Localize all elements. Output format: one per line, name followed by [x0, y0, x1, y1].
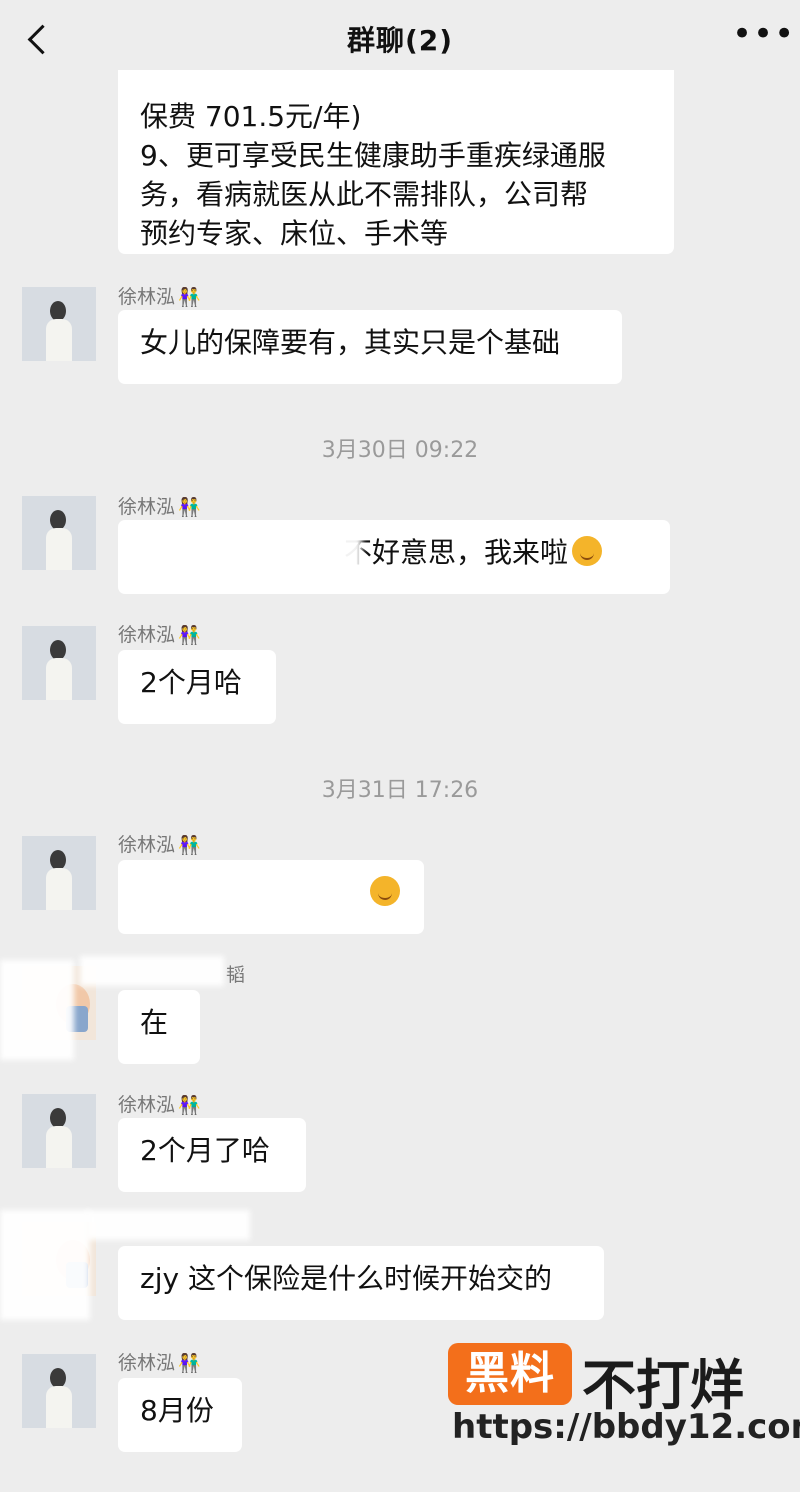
- redaction-blur: [136, 530, 362, 582]
- watermark-url: https://bbdy12.com: [452, 1407, 800, 1447]
- sender-name: 徐林泓 👫: [118, 492, 200, 519]
- redaction-blur: [0, 960, 74, 1060]
- more-dots-icon[interactable]: •••: [732, 17, 794, 54]
- avatar[interactable]: [22, 287, 96, 361]
- message-bubble-partial[interactable]: …… 保费 701.5元/年) 9、更可享受民生健康助手重疾绿通服 务，看病就医…: [118, 70, 674, 254]
- couple-icon: 👫: [178, 497, 201, 518]
- watermark-logo-box: 黑料: [448, 1343, 572, 1405]
- shy-emoji-icon: [370, 876, 400, 906]
- avatar[interactable]: [22, 496, 96, 570]
- message-bubble[interactable]: zjy 这个保险是什么时候开始交的: [118, 1246, 604, 1320]
- avatar-head: [50, 1368, 66, 1388]
- message-line: 保费 701.5元/年): [140, 100, 362, 133]
- sender-name: 徐林泓 👫: [118, 1348, 200, 1375]
- avatar[interactable]: [22, 1354, 96, 1428]
- avatar-head: [50, 850, 66, 870]
- sender-name-text: 徐林泓: [118, 286, 176, 308]
- avatar-head: [50, 510, 66, 530]
- top-bar: 群聊(2) •••: [0, 0, 800, 78]
- message-bubble[interactable]: 2个月哈: [118, 650, 276, 724]
- back-chevron-icon[interactable]: [22, 22, 56, 56]
- message-line: 务，看病就医从此不需排队，公司帮: [140, 178, 589, 211]
- message-bubble[interactable]: 女儿的保障要有，其实只是个基础: [118, 310, 622, 384]
- avatar-body: [46, 319, 72, 361]
- message-line: 9、更可享受民生健康助手重疾绿通服: [140, 139, 606, 172]
- avatar-body: [46, 528, 72, 570]
- redaction-blur: [0, 1210, 90, 1320]
- message-line: 预约专家、床位、手术等: [140, 217, 449, 250]
- avatar-head: [50, 1108, 66, 1128]
- avatar-body: [46, 868, 72, 910]
- shy-emoji-icon: [572, 536, 603, 566]
- redaction-blur: [86, 1210, 250, 1240]
- avatar-head: [50, 301, 66, 321]
- avatar-head: [50, 640, 66, 660]
- avatar-body: [46, 658, 72, 700]
- couple-icon: 👫: [178, 1353, 201, 1374]
- sender-name-text: 徐林泓: [118, 834, 176, 856]
- sender-name: 徐林泓 👫: [118, 620, 200, 647]
- message-bubble[interactable]: 2个月了哈: [118, 1118, 306, 1192]
- chat-title: 群聊(2): [346, 24, 454, 57]
- message-bubble[interactable]: 8月份: [118, 1378, 242, 1452]
- message-bubble[interactable]: 在: [118, 990, 200, 1064]
- sender-name-text: 徐林泓: [118, 496, 176, 518]
- sender-name: 徐林泓 👫: [118, 830, 200, 857]
- redaction-blur: [80, 956, 224, 986]
- sender-name: 徐林泓 👫: [118, 1090, 200, 1117]
- timestamp: 3月31日 17:26: [321, 778, 479, 803]
- avatar[interactable]: [22, 836, 96, 910]
- couple-icon: 👫: [178, 287, 201, 308]
- avatar[interactable]: [22, 626, 96, 700]
- sender-name-text: 徐林泓: [118, 1352, 176, 1374]
- couple-icon: 👫: [178, 835, 201, 856]
- cut-text-line: ……: [140, 86, 652, 98]
- sender-name-text: 徐林泓: [118, 1094, 176, 1116]
- sender-name-text: 徐林泓: [118, 624, 176, 646]
- couple-icon: 👫: [178, 1095, 201, 1116]
- avatar-body: [46, 1126, 72, 1168]
- sender-name: 徐林泓 👫: [118, 282, 200, 309]
- avatar[interactable]: [22, 1094, 96, 1168]
- timestamp: 3月30日 09:22: [321, 438, 479, 463]
- message-text: 不好意思，我来啦: [344, 536, 569, 569]
- sender-name-partial: 韬: [226, 964, 246, 986]
- avatar-body: [46, 1386, 72, 1428]
- redaction-blur: [136, 868, 364, 924]
- couple-icon: 👫: [178, 625, 201, 646]
